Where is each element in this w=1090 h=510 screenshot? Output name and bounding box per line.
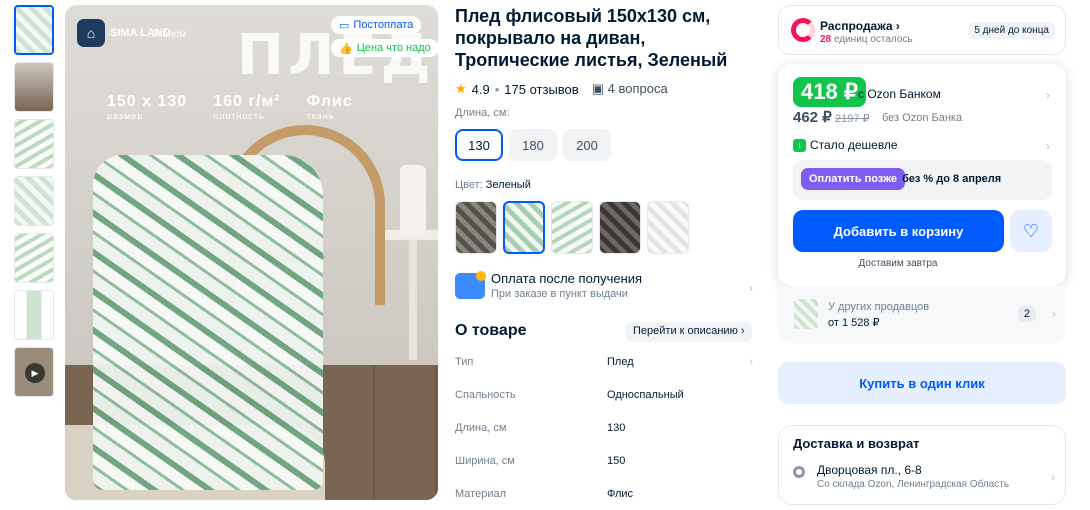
property-row: Ширина, см 150 (455, 454, 626, 467)
size-option[interactable]: 200 (563, 129, 611, 161)
property-row: Материал Флис (455, 487, 634, 500)
chevron-right-icon: › (1052, 307, 1056, 321)
thumbnail[interactable] (14, 62, 54, 112)
postpay-badge: ▭ Постоплата (331, 16, 422, 34)
chevron-right-icon: › (749, 355, 753, 368)
properties-table: Тип Плед › Спальность Односпальный Длина, с… (455, 345, 755, 510)
old-price: 2197 ₽ (835, 113, 870, 125)
color-swatch[interactable] (455, 201, 497, 254)
sale-ring-icon (791, 18, 815, 42)
buy-one-click-button[interactable]: Купить в один клик (778, 362, 1066, 404)
play-icon: ▶ (25, 363, 45, 383)
thumbnail[interactable] (14, 119, 54, 169)
property-row[interactable]: Тип Плед › (455, 345, 755, 378)
to-description-button[interactable]: Перейти к описанию › (626, 322, 752, 342)
sale-banner[interactable]: Распродажа › 28 единиц осталось 5 дней д… (778, 5, 1066, 55)
good-price-badge: 👍 Цена что надо (331, 39, 438, 57)
rating-value: 4.9 (471, 81, 490, 97)
property-row: Длина, см 130 (455, 421, 626, 434)
rating-row: ★ 4.9 • 175 отзывов ▣ 4 вопроса (455, 81, 668, 97)
chevron-right-icon: › (1051, 470, 1055, 484)
chat-icon: ▣ (591, 81, 604, 96)
location-pin-icon (793, 466, 805, 478)
regular-price: 462 ₽ (793, 109, 832, 126)
thumbnail[interactable] (14, 5, 54, 55)
image-specs: 150 x 130 размер 160 г/м² плотность Флис тк… (107, 93, 353, 121)
reviews-link[interactable]: 175 отзывов (504, 82, 578, 97)
thumbnail[interactable] (14, 176, 54, 226)
color-swatch[interactable] (551, 201, 593, 254)
delivery-return: Доставка и возврат Дворцовая пл., 6-8 Со… (778, 425, 1066, 505)
price-box: 418 ₽ с Ozon Банком › 462 ₽ 2197 ₽ без O… (778, 64, 1066, 286)
color-swatch[interactable] (599, 201, 641, 254)
product-main-image[interactable]: ПЛЕД ⌂SIMA LAND Эконом ▭Постоплата 👍Цена… (65, 5, 438, 500)
delivery-label: Доставим завтра (858, 258, 938, 269)
chevron-right-icon: › (749, 281, 753, 295)
questions-link[interactable]: ▣ 4 вопроса (592, 81, 668, 97)
arrow-down-icon: ↓ (793, 138, 806, 152)
size-option[interactable]: 180 (509, 129, 557, 161)
product-title: Плед флисовый 150х130 см, покрывало на д… (455, 6, 728, 70)
econom-label: Эконом (151, 29, 187, 40)
thumbnail[interactable] (14, 290, 54, 340)
size-selector: 130 180 200 (455, 129, 611, 161)
cheaper-label[interactable]: ↓ Стало дешевле (793, 138, 898, 152)
color-swatch[interactable] (503, 201, 545, 254)
star-icon: ★ (455, 81, 467, 96)
color-label: Цвет: Зеленый (455, 179, 531, 191)
favorite-heart-icon[interactable]: ♡ (1010, 210, 1052, 252)
length-label: Длина, см: (455, 107, 510, 119)
card-icon: ▭ (339, 19, 350, 32)
chevron-right-icon: › (1046, 139, 1050, 153)
thumbnail-list: ▶ (14, 5, 54, 404)
add-to-cart-button[interactable]: Добавить в корзину (793, 210, 1004, 252)
chevron-right-icon: › (1046, 88, 1050, 102)
sale-days-badge: 5 дней до конца (968, 22, 1055, 39)
thumbs-up-icon: 👍 (339, 42, 353, 55)
ozon-card-price: 418 ₽ (793, 77, 866, 107)
payment-after-receipt[interactable]: Оплата после получения При заказе в пунк… (455, 271, 755, 307)
size-option[interactable]: 130 (455, 129, 503, 161)
pay-later-button[interactable]: Оплатить позже (801, 168, 905, 190)
other-sellers[interactable]: У других продавцов от 1 528 ₽ 2 › (778, 286, 1066, 344)
video-thumbnail[interactable]: ▶ (14, 347, 54, 397)
sellers-count: 2 (1017, 306, 1036, 322)
pay-later-block[interactable]: Оплатить позже без % до 8 апреля (793, 160, 1052, 200)
color-swatches (455, 201, 689, 254)
address[interactable]: Дворцовая пл., 6-8 (817, 463, 922, 477)
buy-panel: Распродажа › 28 единиц осталось 5 дней д… (778, 5, 1066, 505)
color-swatch[interactable] (647, 201, 689, 254)
thumbnail[interactable] (14, 233, 54, 283)
property-row: Спальность Односпальный (455, 388, 684, 401)
about-title: О товаре (455, 322, 527, 339)
